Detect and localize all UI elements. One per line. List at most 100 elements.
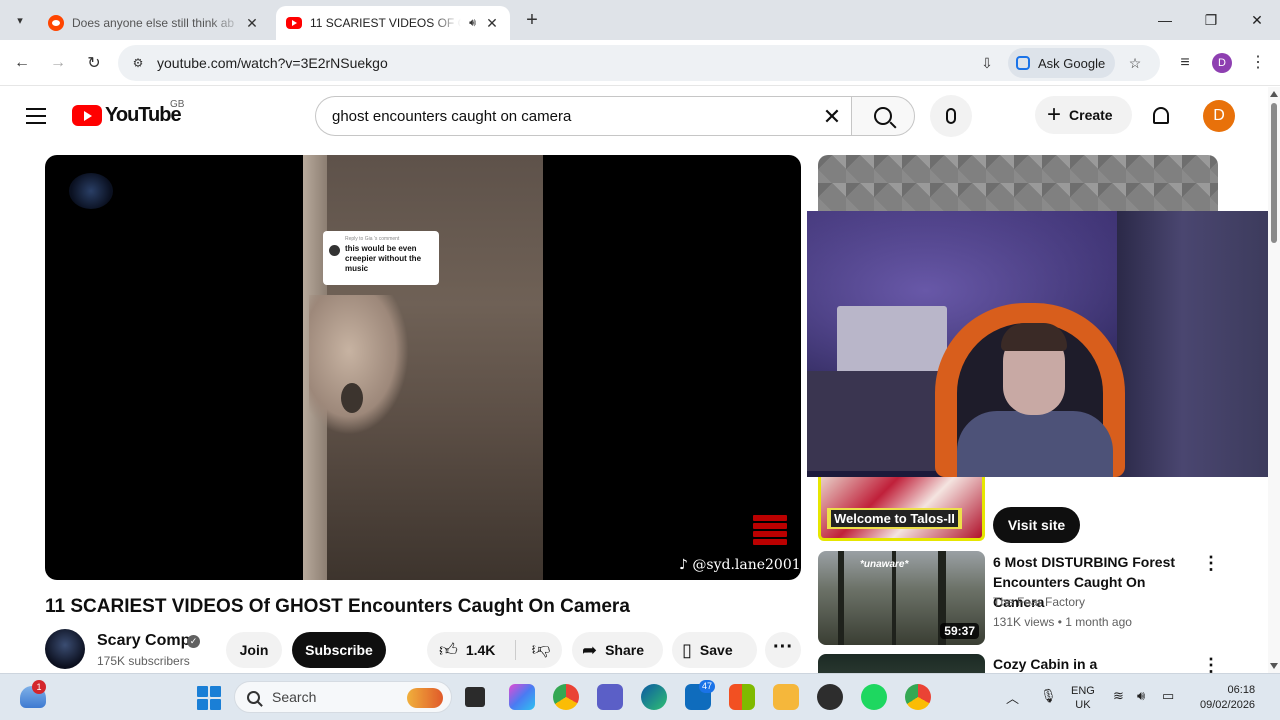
volume-icon[interactable]: 🔊︎ <box>1137 688 1145 704</box>
bookmark-star-icon[interactable]: ☆ <box>1124 52 1146 74</box>
browser-menu-icon[interactable]: ⋮ <box>1248 50 1268 76</box>
ad-banner[interactable] <box>818 155 1218 215</box>
youtube-favicon-icon <box>286 17 302 29</box>
tab-search-button[interactable]: ▾ <box>8 8 32 32</box>
search-highlight-icon <box>407 688 443 708</box>
chrome-profile-app-icon[interactable] <box>905 684 931 710</box>
reply-comment: this would be even creepier without the … <box>345 244 422 273</box>
tab-title: Does anyone else still think ab <box>72 16 235 30</box>
bell-icon <box>1153 106 1169 124</box>
scroll-down-arrow[interactable] <box>1270 663 1278 669</box>
menu-icon[interactable] <box>24 105 48 127</box>
clear-search-icon[interactable]: ✕ <box>816 101 848 133</box>
reload-button[interactable]: ↻ <box>81 50 107 76</box>
address-bar[interactable]: ⚙ youtube.com/watch?v=3E2rNSuekgo ⇩ Ask … <box>118 45 1160 81</box>
install-app-icon[interactable]: ⇩ <box>976 52 998 74</box>
channel-watermark[interactable] <box>69 173 113 209</box>
like-button[interactable]: 👍︎ 1.4K <box>427 632 511 668</box>
recommendation-thumbnail[interactable]: *unaware* 59:37 <box>818 551 985 645</box>
tiktok-handle-text: @syd.lane2001 <box>692 557 801 573</box>
ask-google-label: Ask Google <box>1038 55 1106 71</box>
minimize-button[interactable]: — <box>1142 0 1188 40</box>
tab-reddit[interactable]: Does anyone else still think ab ✕ <box>38 6 270 40</box>
close-tab-icon[interactable]: ✕ <box>484 15 500 32</box>
speaker-icon[interactable]: 🔊︎ <box>469 17 476 30</box>
save-label: Save <box>699 642 733 658</box>
search-query[interactable]: ghost encounters caught on camera <box>332 108 571 125</box>
more-actions-button[interactable]: ··· <box>765 632 801 668</box>
mail-badge: 47 <box>699 680 716 693</box>
clock-time: 06:18 <box>1227 684 1256 696</box>
search-input[interactable]: ghost encounters caught on camera ✕ <box>315 96 852 136</box>
recommendation-menu-button[interactable]: ⋮ <box>1202 552 1220 576</box>
country-code: GB <box>170 99 185 110</box>
copilot-app-icon[interactable] <box>509 684 535 710</box>
voice-search-button[interactable] <box>930 95 972 137</box>
spotify-app-icon[interactable] <box>861 684 887 710</box>
share-label: Share <box>605 642 645 658</box>
scroll-up-arrow[interactable] <box>1270 91 1278 97</box>
ad-thumbnail[interactable]: Welcome to Talos-II <box>818 477 985 541</box>
start-button[interactable] <box>197 686 221 710</box>
terminal-app-icon[interactable] <box>465 687 485 707</box>
search-button[interactable] <box>851 96 915 136</box>
video-hand <box>309 295 409 435</box>
recommendation-meta: 131K views • 1 month ago <box>993 615 1132 629</box>
chrome-app-icon[interactable] <box>553 684 579 710</box>
wifi-icon[interactable]: ≋ <box>1113 688 1124 704</box>
back-button[interactable]: ← <box>9 50 35 76</box>
like-count: 1.4K <box>465 642 496 658</box>
channel-name[interactable]: Scary Comp <box>97 632 190 650</box>
youtube-logo[interactable]: YouTube GB <box>72 99 184 127</box>
ask-google-button[interactable]: Ask Google <box>1008 48 1116 78</box>
clock[interactable]: 06:18 09/02/2026 <box>1200 683 1255 713</box>
commenter-avatar <box>329 245 340 256</box>
close-window-button[interactable]: ✕ <box>1234 0 1280 40</box>
close-tab-icon[interactable]: ✕ <box>244 15 260 32</box>
ad-thumbnail-label: Welcome to Talos-II <box>827 508 962 529</box>
video-player[interactable]: Reply to Gia 's comment this would be ev… <box>45 155 801 580</box>
taskbar-search[interactable]: Search <box>234 681 452 713</box>
clock-date: 09/02/2026 <box>1200 699 1256 711</box>
channel-avatar[interactable] <box>45 629 85 669</box>
create-button[interactable]: + Create <box>1035 96 1132 134</box>
recording-app-icon[interactable] <box>817 684 843 710</box>
teams-app-icon[interactable] <box>597 684 623 710</box>
dislike-button[interactable]: 👍︎ <box>521 632 561 668</box>
join-button[interactable]: Join <box>226 632 282 668</box>
verified-icon: ✓ <box>187 635 200 648</box>
language-code: ENG <box>1071 685 1095 697</box>
youtube-account-avatar[interactable]: D <box>1203 100 1235 132</box>
notifications-button[interactable] <box>1148 102 1174 128</box>
scrollbar-thumb[interactable] <box>1271 103 1277 243</box>
site-info-icon[interactable]: ⚙ <box>126 51 150 75</box>
tab-youtube[interactable]: 11 SCARIEST VIDEOS OF GH 🔊︎ ✕ <box>276 6 510 40</box>
restore-button[interactable]: ❐ <box>1188 0 1234 40</box>
edge-app-icon[interactable] <box>641 684 667 710</box>
subscribe-button[interactable]: Subscribe <box>292 632 386 668</box>
weather-badge: 1 <box>32 680 46 694</box>
battery-icon[interactable]: ▭ <box>1162 688 1174 704</box>
ad-thumbnail-text: Welcome to Talos-II <box>831 510 958 527</box>
page-scrollbar[interactable] <box>1268 87 1280 673</box>
media-controls-icon[interactable]: ≡ <box>1172 50 1198 76</box>
save-button[interactable]: ▯ Save <box>672 632 757 668</box>
webcam-person-body <box>957 411 1113 477</box>
share-button[interactable]: ➦ Share <box>572 632 663 668</box>
browser-profile-avatar[interactable]: D <box>1212 53 1232 73</box>
url-text[interactable]: youtube.com/watch?v=3E2rNSuekgo <box>157 55 388 71</box>
recommendation-channel[interactable]: The Fear Factory <box>993 595 1085 609</box>
search-icon <box>874 107 892 125</box>
like-dislike-group: 👍︎ 1.4K 👍︎ <box>427 632 562 668</box>
new-tab-button[interactable]: + <box>520 8 544 32</box>
microphone-icon[interactable]: 🎙︎ <box>1040 688 1057 704</box>
thumbs-up-icon: 👍︎ <box>439 640 458 660</box>
language-indicator[interactable]: ENG UK <box>1071 684 1095 712</box>
visit-site-button[interactable]: Visit site <box>993 507 1080 543</box>
forward-button[interactable]: → <box>45 50 71 76</box>
taskbar-search-label: Search <box>272 689 317 705</box>
tray-overflow-icon[interactable]: ︿ <box>1006 688 1019 707</box>
create-label: Create <box>1069 107 1113 123</box>
file-explorer-icon[interactable] <box>773 684 799 710</box>
store-app-icon[interactable] <box>729 684 755 710</box>
